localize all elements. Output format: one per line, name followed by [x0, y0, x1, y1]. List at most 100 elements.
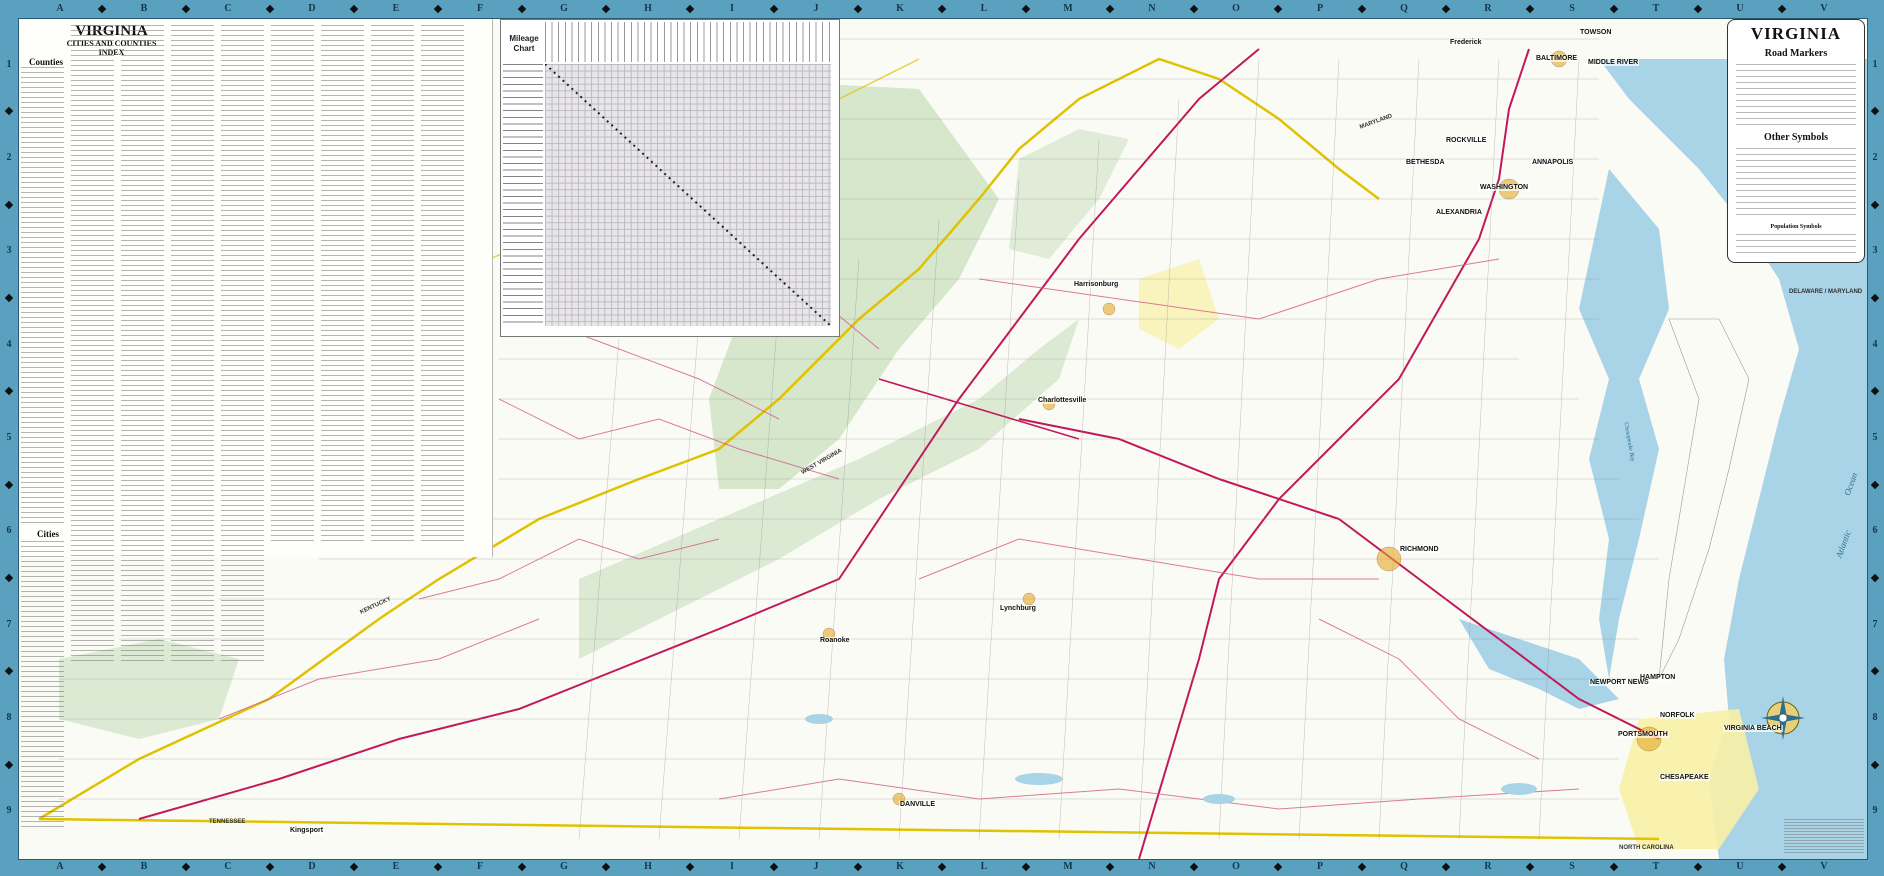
- city-label[interactable]: TOWSON: [1579, 29, 1613, 36]
- grid-marker-icon: [433, 862, 443, 872]
- city-label[interactable]: ROCKVILLE: [1445, 137, 1488, 144]
- grid-marker-icon: [4, 480, 14, 489]
- city-label[interactable]: MIDDLE RIVER: [1587, 59, 1640, 66]
- map-area[interactable]: VIRGINIA CITIES AND COUNTIES INDEX Count…: [18, 18, 1868, 860]
- grid-letter-o: O: [1232, 3, 1240, 14]
- grid-letter-c: C: [224, 3, 232, 14]
- grid-letter-c: C: [224, 861, 232, 872]
- grid-marker-icon: [601, 4, 611, 14]
- grid-letter-s: S: [1569, 3, 1575, 14]
- grid-marker-icon: [1609, 862, 1619, 872]
- city-label[interactable]: BALTIMORE: [1535, 55, 1579, 62]
- grid-marker-icon: [769, 4, 779, 14]
- grid-letter-t: T: [1652, 861, 1660, 872]
- grid-letter-k: K: [896, 861, 904, 872]
- grid-marker-icon: [1441, 4, 1451, 14]
- grid-marker-icon: [1693, 4, 1703, 14]
- grid-letter-f: F: [476, 3, 484, 14]
- grid-letter-n: N: [1148, 3, 1156, 14]
- city-label[interactable]: Roanoke: [819, 637, 851, 644]
- grid-letter-b: B: [140, 3, 148, 14]
- grid-marker-icon: [1870, 573, 1880, 583]
- grid-number-3: 3: [1872, 245, 1878, 257]
- grid-marker-icon: [4, 293, 14, 303]
- grid-letter-k: K: [896, 3, 904, 14]
- city-label[interactable]: Kingsport: [289, 827, 325, 834]
- grid-letter-m: M: [1063, 861, 1073, 872]
- grid-marker-icon: [517, 862, 527, 872]
- index-column-counties: [21, 67, 64, 525]
- grid-letter-v: V: [1820, 861, 1828, 872]
- grid-number-1: 1: [6, 58, 12, 70]
- grid-marker-icon: [4, 760, 14, 769]
- grid-letter-q: Q: [1400, 861, 1408, 872]
- city-label[interactable]: ANNAPOLIS: [1531, 159, 1575, 166]
- grid-number-8: 8: [1872, 712, 1878, 723]
- grid-letter-e: E: [392, 3, 400, 14]
- state-label: NORTH CAROLINA: [1619, 845, 1674, 851]
- grid-marker-icon: [181, 4, 191, 14]
- legend-other-symbols: Other Symbols: [1764, 132, 1828, 143]
- grid-marker-icon: [349, 4, 359, 14]
- city-label[interactable]: PORTSMOUTH: [1617, 731, 1669, 738]
- grid-marker-icon: [1357, 4, 1367, 14]
- grid-marker-icon: [1357, 862, 1367, 872]
- legend-road-marker-rows: [1736, 64, 1856, 128]
- grid-marker-icon: [769, 862, 779, 872]
- city-label[interactable]: CHESAPEAKE: [1659, 774, 1710, 781]
- grid-letter-d: D: [308, 861, 316, 872]
- city-label[interactable]: RICHMOND: [1399, 546, 1440, 553]
- grid-letter-r: R: [1484, 861, 1492, 872]
- compass-rose-icon: [1761, 696, 1805, 740]
- grid-marker-icon: [1870, 480, 1880, 489]
- grid-number-6: 6: [1872, 525, 1878, 537]
- mileage-chart-title-line1: Mileage: [509, 34, 539, 43]
- legend-symbol-rows: [1736, 148, 1856, 220]
- mileage-chart: Mileage Chart: [500, 19, 840, 337]
- grid-marker-icon: [97, 4, 107, 14]
- grid-marker-icon: [433, 4, 443, 14]
- city-label[interactable]: Harrisonburg: [1073, 281, 1120, 288]
- index-column: [121, 25, 164, 665]
- grid-marker-icon: [1870, 760, 1880, 769]
- grid-numbers-left: 1 2 3 4 5 6 7 8 9: [0, 18, 18, 858]
- city-label[interactable]: WASHINGTON: [1479, 184, 1530, 191]
- grid-number-1: 1: [1872, 58, 1878, 70]
- index-column: [371, 25, 414, 545]
- grid-marker-icon: [1525, 862, 1535, 872]
- grid-number-7: 7: [1872, 618, 1878, 630]
- city-label[interactable]: VIRGINIA BEACH: [1723, 725, 1783, 732]
- grid-letter-u: U: [1736, 3, 1744, 14]
- grid-numbers-right: 1 2 3 4 5 6 7 8 9: [1866, 18, 1884, 858]
- city-label[interactable]: Charlottesville: [1037, 397, 1088, 404]
- grid-marker-icon: [1021, 862, 1031, 872]
- grid-letter-s: S: [1569, 861, 1575, 872]
- city-label[interactable]: DANVILLE: [899, 801, 936, 808]
- cities-heading: Cities: [37, 529, 59, 539]
- grid-marker-icon: [1870, 387, 1880, 396]
- grid-marker-icon: [349, 862, 359, 872]
- grid-marker-icon: [853, 4, 863, 14]
- grid-number-5: 5: [1872, 432, 1878, 443]
- grid-letter-i: I: [730, 861, 734, 872]
- city-label[interactable]: NEWPORT NEWS: [1589, 679, 1650, 686]
- city-label[interactable]: ALEXANDRIA: [1435, 209, 1483, 216]
- grid-marker-icon: [601, 862, 611, 872]
- grid-marker-icon: [265, 4, 275, 14]
- grid-number-9: 9: [6, 805, 12, 817]
- grid-number-4: 4: [6, 338, 12, 350]
- city-label[interactable]: BETHESDA: [1405, 159, 1446, 166]
- city-label[interactable]: Frederick: [1449, 39, 1483, 46]
- grid-letters-bottom: A B C D E F G H I J K L M N O P Q R S T U V: [18, 858, 1866, 876]
- grid-letter-h: H: [644, 861, 652, 872]
- mileage-chart-title-line2: Chart: [513, 44, 535, 53]
- grid-letter-g: G: [560, 861, 568, 872]
- grid-letter-g: G: [560, 3, 568, 14]
- index-column: [271, 25, 314, 545]
- city-label[interactable]: Lynchburg: [999, 605, 1037, 612]
- city-label[interactable]: NORFOLK: [1659, 712, 1696, 719]
- grid-marker-icon: [1870, 293, 1880, 303]
- grid-marker-icon: [1189, 862, 1199, 872]
- grid-marker-icon: [1273, 862, 1283, 872]
- grid-marker-icon: [1021, 4, 1031, 14]
